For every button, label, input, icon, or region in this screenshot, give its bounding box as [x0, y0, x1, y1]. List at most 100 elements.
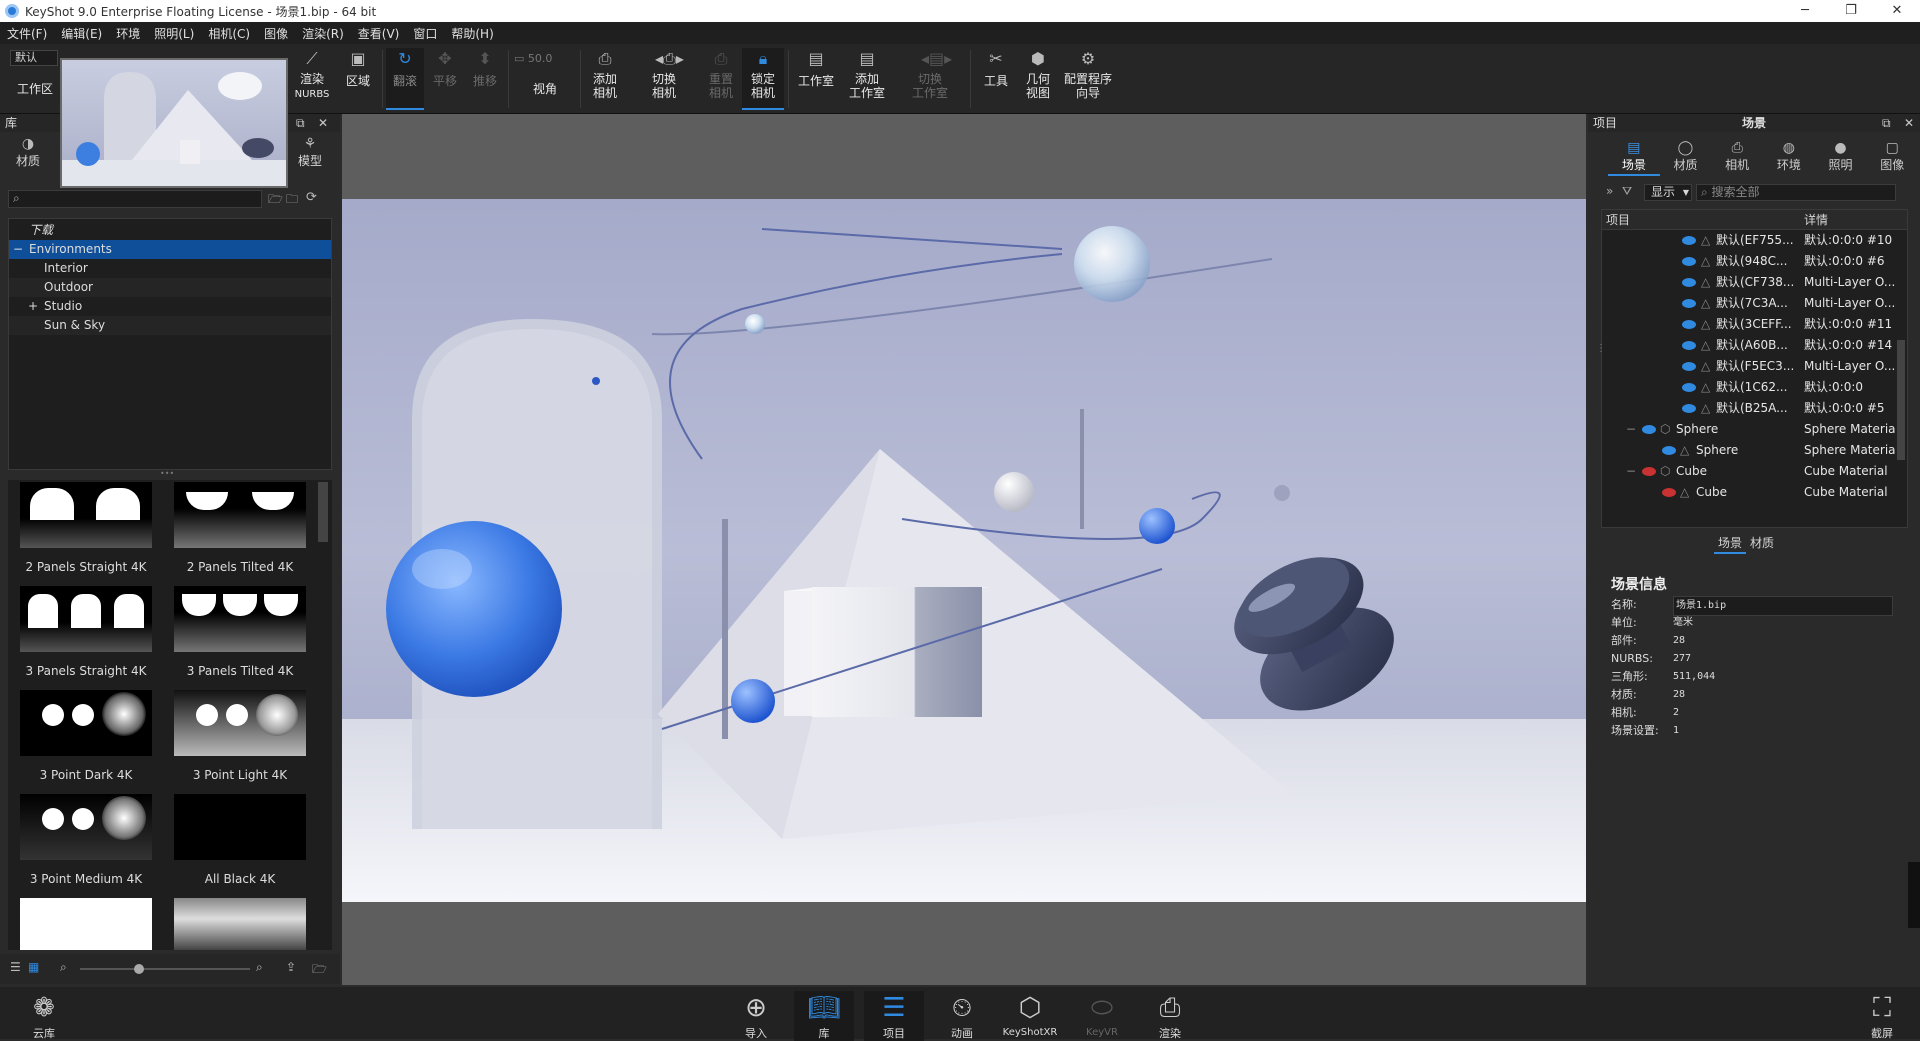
render-preview-thumbnail[interactable]	[60, 58, 288, 188]
folder-add-icon[interactable]: 🗀	[286, 190, 298, 211]
tab-environment[interactable]: ◍ 环境	[1763, 136, 1815, 176]
close-button[interactable]: ✕	[1874, 0, 1920, 22]
eye-icon[interactable]	[1682, 341, 1696, 350]
tab-camera[interactable]: ⎙ 相机	[1711, 136, 1763, 176]
library-button[interactable]: 📖︎ 库	[794, 991, 854, 1041]
render-viewport[interactable]	[342, 114, 1586, 985]
scene-row[interactable]: △ 默认(1C62... 默认:0:0:0	[1602, 377, 1907, 398]
slider-handle[interactable]	[134, 964, 144, 974]
library-search-input[interactable]: ⌕	[8, 190, 262, 208]
workspace-select[interactable]: 默认	[10, 50, 58, 66]
collapse-icon[interactable]: −	[13, 240, 23, 259]
tumble-button[interactable]: ↻ 翻滚	[386, 48, 424, 110]
restore-button[interactable]: ❐	[1828, 0, 1874, 22]
menu-image[interactable]: 图像	[257, 25, 295, 42]
thumb-3-panels-tilted[interactable]: 3 Panels Tilted 4K	[174, 586, 306, 680]
scene-row[interactable]: △ 默认(EF755... 默认:0:0:0 #10	[1602, 230, 1907, 251]
render-button[interactable]: ⎙ 渲染	[1140, 991, 1200, 1041]
cloud-upload-icon[interactable]: ⇪	[286, 960, 296, 974]
keyvr-button[interactable]: ⬭ KeyVR	[1072, 991, 1132, 1038]
thumb-3-point-medium[interactable]: 3 Point Medium 4K	[20, 794, 152, 888]
menu-file[interactable]: 文件(F)	[0, 25, 54, 42]
filter-icon[interactable]: ⛛	[1622, 184, 1632, 199]
expand-icon[interactable]: +	[28, 297, 38, 316]
eye-icon[interactable]	[1682, 257, 1696, 266]
thumb-3-point-dark[interactable]: 3 Point Dark 4K	[20, 690, 152, 784]
switch-camera-button[interactable]: ◂⎙▸ 切换 相机	[634, 48, 694, 110]
display-dropdown[interactable]: 显示 ▼	[1644, 184, 1692, 201]
eye-icon[interactable]	[1682, 299, 1696, 308]
screenshot-button[interactable]: ⛶ 截屏	[1852, 991, 1912, 1041]
scene-row-sphere-group[interactable]: − ⬡ Sphere Sphere Materia	[1602, 419, 1907, 440]
zoom-out-icon[interactable]: ⌕	[60, 960, 67, 975]
collapse-icon[interactable]: −	[1626, 419, 1636, 440]
tree-item-studio[interactable]: + Studio	[9, 297, 331, 316]
scene-row[interactable]: △ 默认(B25A... 默认:0:0:0 #5	[1602, 398, 1907, 419]
lock-camera-button[interactable]: 🔒︎ 锁定 相机	[742, 48, 784, 110]
menu-view[interactable]: 查看(V)	[351, 25, 407, 42]
thumbnail-size-slider[interactable]	[80, 968, 250, 970]
tree-item-downloads[interactable]: 下载	[9, 221, 331, 240]
tab-models[interactable]: ⚘ 模型	[290, 136, 330, 169]
eye-icon[interactable]	[1682, 362, 1696, 371]
eye-icon[interactable]	[1662, 446, 1676, 455]
eye-icon[interactable]	[1682, 278, 1696, 287]
config-wizard-button[interactable]: ⚙ 配置程序 向导	[1060, 48, 1116, 110]
tab-material[interactable]: ◯ 材质	[1660, 136, 1712, 176]
thumb-next-1[interactable]	[20, 898, 152, 950]
refresh-icon[interactable]: ⟳	[306, 190, 317, 205]
eye-icon[interactable]	[1642, 425, 1656, 434]
menu-camera[interactable]: 相机(C)	[201, 25, 257, 42]
cloud-library-button[interactable]: ❁ 云库	[14, 991, 74, 1041]
scene-name-field[interactable]: 场景1.bip	[1673, 596, 1893, 616]
zoom-in-icon[interactable]: ⌕	[256, 960, 263, 975]
folder-open-icon[interactable]: 🗁	[268, 190, 283, 211]
subtab-scene[interactable]: 场景	[1714, 534, 1747, 554]
menu-window[interactable]: 窗口	[406, 25, 444, 42]
scene-row-cube-group[interactable]: − ⬡ Cube Cube Material	[1602, 461, 1907, 482]
animation-button[interactable]: ⏲ 动画	[932, 991, 992, 1041]
tree-item-interior[interactable]: Interior	[9, 259, 331, 278]
scene-row[interactable]: △ 默认(F5EC3... Multi-Layer O...	[1602, 356, 1907, 377]
fov-field[interactable]: ▭ 50.0	[514, 52, 574, 68]
subtab-material[interactable]: 材质	[1746, 534, 1778, 554]
thumb-3-point-light[interactable]: 3 Point Light 4K	[174, 690, 306, 784]
menu-help[interactable]: 帮助(H)	[444, 25, 500, 42]
thumb-3-panels-straight[interactable]: 3 Panels Straight 4K	[20, 586, 152, 680]
scene-row[interactable]: △ 默认(7C3A... Multi-Layer O...	[1602, 293, 1907, 314]
add-studio-button[interactable]: ▤ 添加 工作室	[842, 48, 892, 110]
tree-item-sun-sky[interactable]: Sun & Sky	[9, 316, 331, 335]
menu-lighting[interactable]: 照明(L)	[147, 25, 201, 42]
thumb-2-panels-straight[interactable]: 2 Panels Straight 4K	[20, 482, 152, 576]
side-handle[interactable]	[1908, 862, 1920, 928]
pan-button[interactable]: ✥ 平移	[426, 48, 464, 110]
tree-item-environments[interactable]: − Environments	[9, 240, 331, 259]
tab-materials[interactable]: ◑ 材质	[8, 136, 48, 169]
thumb-all-black[interactable]: All Black 4K	[174, 794, 306, 888]
render-nurbs-button[interactable]: ⟋ 渲染 NURBS	[290, 48, 334, 110]
folder-icon[interactable]: 🗁	[312, 960, 327, 981]
eye-hidden-icon[interactable]	[1642, 467, 1656, 476]
scene-row-cube[interactable]: △ Cube Cube Material	[1602, 482, 1907, 503]
eye-hidden-icon[interactable]	[1662, 488, 1676, 497]
scene-row[interactable]: △ 默认(A60B... 默认:0:0:0 #14	[1602, 335, 1907, 356]
menu-edit[interactable]: 编辑(E)	[54, 25, 109, 42]
scene-row[interactable]: △ 默认(3CEFF... 默认:0:0:0 #11	[1602, 314, 1907, 335]
scene-row[interactable]: △ 默认(CF738... Multi-Layer O...	[1602, 272, 1907, 293]
studio-button[interactable]: ▤ 工作室	[792, 48, 840, 110]
eye-icon[interactable]	[1682, 383, 1696, 392]
tab-scene[interactable]: ▤ 场景	[1608, 136, 1660, 176]
switch-studio-button[interactable]: ◂▤▸ 切换 工作室	[898, 48, 962, 110]
grid-view-icon[interactable]: ▦	[28, 960, 39, 974]
close-panel-icon[interactable]: ✕	[318, 114, 328, 132]
keyshotxr-button[interactable]: ⬡ KeyShotXR	[1000, 991, 1060, 1038]
project-button[interactable]: ☰ 项目	[864, 991, 924, 1041]
splitter-handle[interactable]: •••	[160, 470, 180, 478]
scene-search-input[interactable]: ⌕ 搜索全部	[1696, 184, 1896, 201]
eye-icon[interactable]	[1682, 320, 1696, 329]
geometry-view-button[interactable]: ⬢ 几何 视图	[1018, 48, 1058, 110]
reset-camera-button[interactable]: ⎙ 重置 相机	[700, 48, 742, 110]
region-button[interactable]: ▣ 区域	[338, 48, 378, 110]
minimize-button[interactable]: ─	[1782, 0, 1828, 22]
menu-environment[interactable]: 环境	[109, 25, 147, 42]
